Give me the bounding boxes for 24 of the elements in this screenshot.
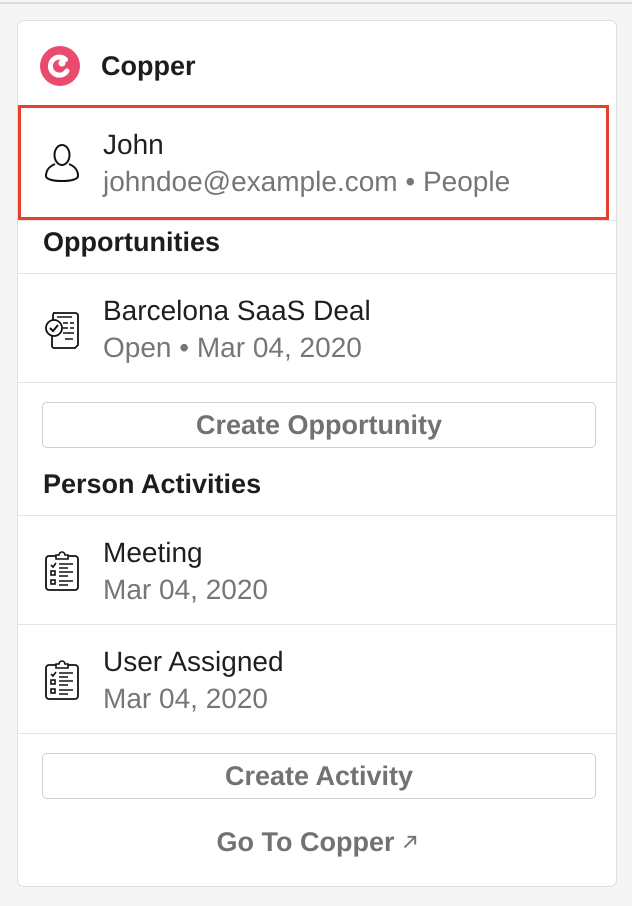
logo-icon [40,46,80,86]
contact-item[interactable]: John johndoe@example.com • People [18,105,609,220]
activity-item[interactable]: Meeting Mar 04, 2020 [18,516,616,625]
clipboard-checklist-icon [44,660,80,700]
clipboard-checklist-icon [44,551,80,591]
document-check-icon [44,309,80,349]
go-to-copper-link[interactable]: Go To Copper [216,827,418,857]
person-icon [44,143,80,183]
opportunity-item[interactable]: Barcelona SaaS Deal Open • Mar 04, 2020 [18,274,616,383]
item-title: Meeting [103,536,204,570]
section-heading: Person Activities [18,463,616,516]
item-detail: Mar 04, 2020 [103,573,268,607]
contact-name: John [103,128,165,162]
app-name: Copper [101,51,196,81]
activity-item[interactable]: User Assigned Mar 04, 2020 [18,625,616,734]
contact-detail: johndoe@example.com • People [103,165,510,199]
section-heading: Opportunities [18,221,616,274]
create-opportunity-button[interactable]: Create Opportunity [42,402,596,448]
item-detail: Mar 04, 2020 [103,682,269,716]
item-title: Barcelona SaaS Deal [103,294,371,328]
create-activity-button[interactable]: Create Activity [42,753,596,799]
diagonal-arrow-icon [403,835,418,849]
item-detail: Open • Mar 04, 2020 [103,331,363,365]
item-title: User Assigned [103,645,284,679]
